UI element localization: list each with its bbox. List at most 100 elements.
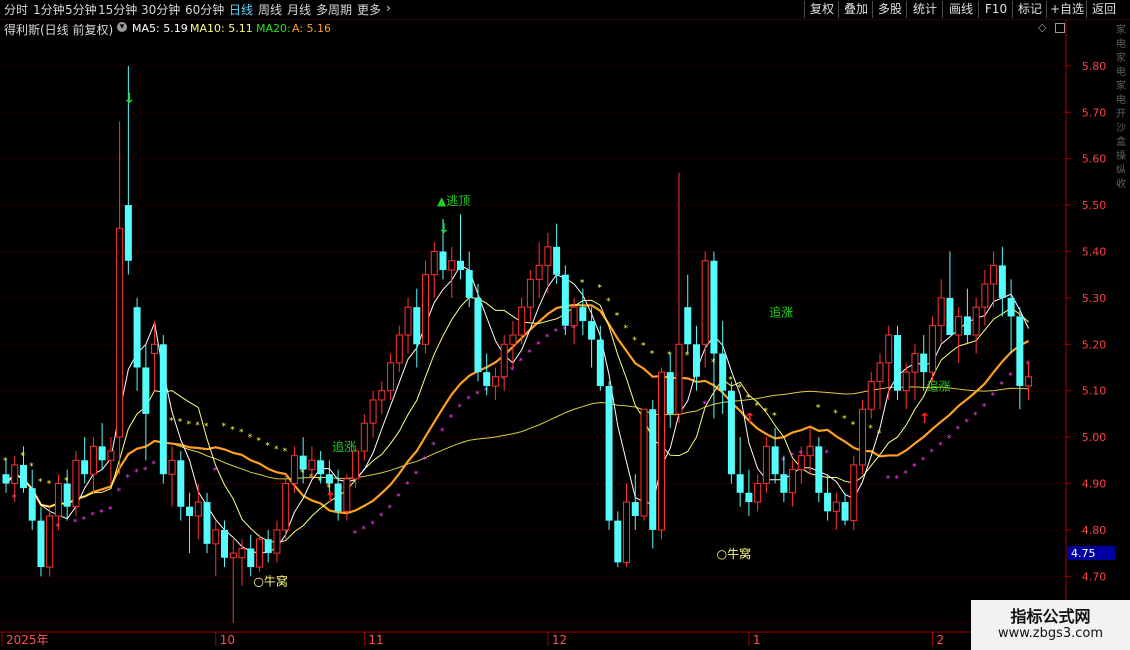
candle-body: [500, 343, 508, 378]
watermark-title: 指标公式网: [1010, 607, 1091, 626]
candle-body: [902, 371, 910, 392]
signal-dot: *: [545, 333, 550, 343]
signal-dot: *: [99, 509, 104, 519]
candle-body: [247, 548, 255, 568]
candle-body: [98, 446, 106, 461]
window-icon[interactable]: [1055, 23, 1065, 33]
signal-dot: *: [449, 414, 454, 424]
candle-body: [1007, 297, 1015, 317]
back-button[interactable]: 返回: [1086, 1, 1121, 18]
signal-dot: *: [999, 381, 1004, 391]
tick-label: 5.10: [1082, 385, 1107, 398]
draw-line-button[interactable]: 画线: [942, 1, 979, 18]
candle-body: [159, 344, 167, 475]
candle-body: [692, 344, 700, 377]
candle-body: [422, 274, 430, 345]
candle-body: [640, 408, 648, 517]
candle-body: [46, 515, 54, 568]
fuquan-button[interactable]: 复权: [804, 1, 839, 18]
signal-dot: *: [921, 456, 926, 466]
candle-body: [946, 297, 954, 335]
candle-body: [177, 460, 185, 507]
signal-dot: *: [519, 357, 524, 367]
signal-dot: *: [125, 473, 130, 483]
f10-button[interactable]: F10: [978, 1, 1013, 18]
mark-button[interactable]: 标记: [1012, 1, 1047, 18]
candle-body: [63, 483, 71, 507]
candle-body: [990, 264, 998, 285]
candle-body: [920, 353, 928, 373]
signal-dot: *: [274, 445, 279, 455]
tick-label: 5.40: [1082, 245, 1107, 258]
overlay-button[interactable]: 叠加: [838, 1, 873, 18]
candle-body: [736, 474, 744, 493]
signal-dot: *: [597, 284, 602, 294]
candle-body: [404, 306, 412, 336]
signal-dot: *: [108, 506, 113, 516]
add-watchlist-button[interactable]: +自选: [1046, 1, 1087, 18]
signal-dot: *: [886, 475, 891, 485]
candle-body: [229, 552, 237, 559]
tab-60min[interactable]: 60分钟: [185, 1, 224, 18]
candle-body: [325, 474, 333, 484]
signal-dot: *: [222, 422, 227, 432]
candle-body: [588, 321, 596, 340]
current-price-label: 4.75: [1071, 547, 1096, 560]
candle-body: [867, 380, 875, 410]
candle-body: [116, 227, 124, 438]
tab-fenshi[interactable]: 分时: [4, 1, 28, 18]
signal-dot: *: [283, 447, 288, 457]
signal-dot: *: [650, 350, 655, 360]
signal-dot: *: [169, 416, 174, 426]
tab-daily[interactable]: 日线: [229, 1, 253, 18]
signal-dot: *: [929, 448, 934, 458]
toolbar: 分时 1分钟 5分钟 15分钟 30分钟 60分钟 日线 周线 月线 多周期 更…: [0, 0, 1130, 20]
candlestick-chart[interactable]: * * * * * * * * * * * * * * * * * * * * * * * * * * * * * * * * * * * * * * * *…: [0, 0, 1130, 650]
date-label: 2025年: [6, 633, 49, 647]
tick-label: 5.00: [1082, 431, 1107, 444]
candle-body: [395, 334, 403, 364]
signal-dot: *: [737, 384, 742, 394]
candle-body: [762, 445, 770, 484]
candle-body: [37, 520, 45, 568]
candle-body: [282, 483, 290, 531]
candle-body: [221, 529, 228, 558]
signal-dot: *: [361, 525, 366, 535]
tick-label: 5.80: [1082, 60, 1107, 73]
chevron-down-icon[interactable]: ▾: [117, 22, 127, 32]
tab-1min[interactable]: 1分钟: [33, 1, 65, 18]
chevron-right-icon[interactable]: ›: [386, 1, 391, 15]
signal-dot: *: [466, 395, 471, 405]
tick-label: 5.30: [1082, 292, 1107, 305]
multi-stock-button[interactable]: 多股: [872, 1, 907, 18]
signal-dot: *: [615, 312, 620, 322]
arrow-down-icon: ↓: [438, 221, 450, 237]
tab-15min[interactable]: 15分钟: [98, 1, 137, 18]
tick-label: 5.60: [1082, 153, 1107, 166]
candle-body: [544, 246, 552, 266]
signal-dot: *: [117, 487, 122, 497]
tab-multi-period[interactable]: 多周期: [316, 1, 352, 18]
tab-monthly[interactable]: 月线: [287, 1, 311, 18]
diamond-icon[interactable]: ◇: [1038, 21, 1046, 34]
candle-body: [754, 483, 762, 503]
candle-body: [81, 460, 89, 475]
candle-body: [972, 306, 980, 336]
tab-30min[interactable]: 30分钟: [141, 1, 180, 18]
signal-dot: *: [763, 407, 768, 417]
tab-more[interactable]: 更多: [357, 1, 381, 18]
candle-body: [360, 422, 368, 452]
tab-weekly[interactable]: 周线: [258, 1, 282, 18]
candle-body: [28, 488, 36, 521]
candle-body: [89, 445, 97, 475]
signal-dot: *: [877, 429, 882, 439]
statistics-button[interactable]: 统计: [906, 1, 943, 18]
arrow-up-icon: ↑: [919, 411, 931, 427]
tick-label: 5.50: [1082, 199, 1107, 212]
signal-dot: *: [903, 470, 908, 480]
ma10-readout: MA10: 5.11: [190, 22, 253, 35]
tick-label: 4.80: [1082, 524, 1107, 537]
signal-dot: *: [982, 403, 987, 413]
candle-body: [378, 390, 386, 401]
tab-5min[interactable]: 5分钟: [65, 1, 97, 18]
